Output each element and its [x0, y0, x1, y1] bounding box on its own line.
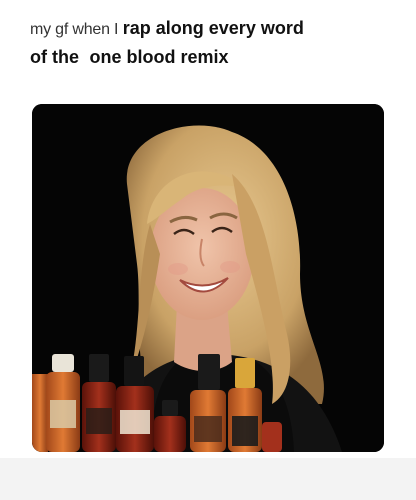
- meme-photo: [32, 104, 384, 452]
- photo-illustration: [32, 104, 384, 452]
- caption-line-2: of the one blood remix: [30, 42, 410, 72]
- meme-caption: my gf when I rap along every word of the…: [30, 14, 410, 72]
- caption-text-my-gf-when: my gf when I: [30, 21, 119, 38]
- bottom-strip: [0, 458, 416, 500]
- caption-line-1: my gf when I rap along every word: [30, 14, 410, 42]
- caption-text-one-blood-remix: one blood remix: [89, 47, 229, 67]
- caption-text-of-the: of the: [30, 47, 79, 67]
- caption-text-rap-along: rap along every word: [122, 18, 304, 38]
